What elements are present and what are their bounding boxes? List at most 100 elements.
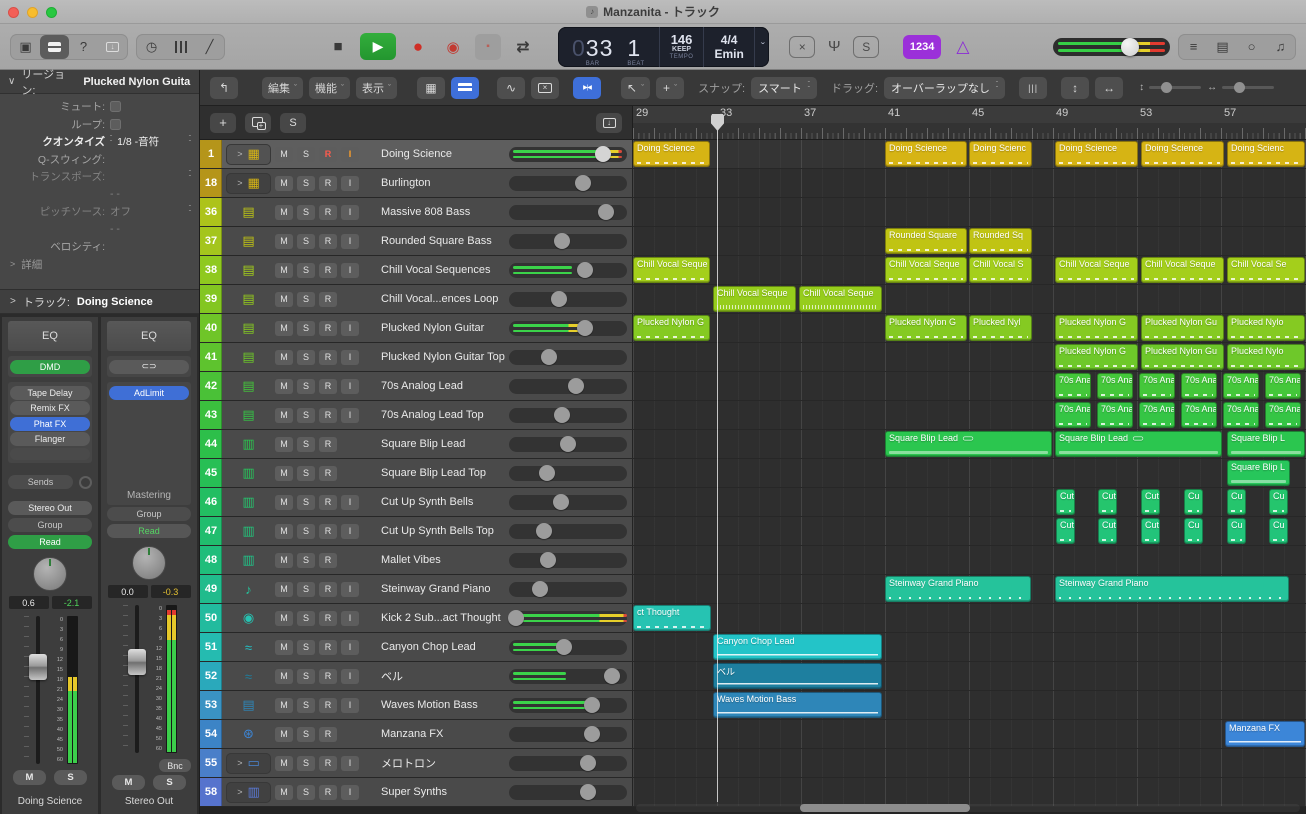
input-monitor-button[interactable]: I [341, 611, 359, 626]
record-enable-button[interactable]: R [319, 292, 337, 307]
record-enable-button[interactable]: R [319, 756, 337, 771]
track-number[interactable]: 41 [200, 343, 222, 371]
volume-knob[interactable] [568, 378, 584, 394]
capture-recording-button[interactable]: ◉ [440, 34, 466, 60]
track-volume-slider[interactable] [509, 234, 627, 249]
track-number[interactable]: 39 [200, 285, 222, 313]
track-header[interactable]: 39▤MSRChill Vocal...ences Loop [200, 285, 633, 313]
volume-value[interactable]: 0.6 [9, 596, 49, 609]
track-header[interactable]: 54⊛MSRManzana FX [200, 720, 633, 748]
track-header[interactable]: 44▥MSRSquare Blip Lead [200, 430, 633, 458]
record-button[interactable]: ● [405, 34, 431, 60]
region-param-row[interactable]: - - [0, 186, 199, 204]
track-number[interactable]: 40 [200, 314, 222, 342]
track-volume-slider[interactable] [509, 292, 627, 307]
mute-button[interactable]: M [275, 756, 293, 771]
mute-button[interactable]: M [275, 785, 293, 800]
record-enable-button[interactable]: R [319, 321, 337, 336]
track-number[interactable]: 45 [200, 459, 222, 487]
volume-knob[interactable] [508, 610, 524, 626]
mute-button[interactable]: M [275, 611, 293, 626]
region-param-row[interactable]: ミュート: [0, 98, 199, 116]
track-name[interactable]: Square Blip Lead Top [367, 467, 509, 479]
fader-cap[interactable] [29, 654, 47, 680]
limiter-slot[interactable]: AdLimit [109, 386, 189, 400]
track-volume-slider[interactable] [509, 756, 627, 771]
record-enable-button[interactable]: R [319, 495, 337, 510]
region-param-row[interactable]: トランスポーズ:ˆˇ [0, 168, 199, 186]
region[interactable]: ct Thought [633, 605, 711, 631]
input-monitor-button[interactable]: I [341, 785, 359, 800]
input-monitor-button[interactable]: I [341, 495, 359, 510]
track-volume-slider[interactable] [509, 611, 627, 626]
region[interactable]: 70s Ana [1055, 402, 1091, 428]
horizontal-zoom-slider[interactable]: ↔ [1207, 82, 1274, 93]
solo-button[interactable]: S [297, 553, 315, 568]
waveform-zoom-button[interactable]: ||| [1019, 77, 1047, 99]
track-header[interactable]: 18>▦MSRIBurlington [200, 169, 633, 197]
track-name[interactable]: Square Blip Lead [367, 438, 509, 450]
back-button[interactable]: ↰ [210, 77, 238, 99]
track-lane[interactable]: Square Blip L [633, 459, 1306, 487]
track-name[interactable]: Chill Vocal Sequences [367, 264, 509, 276]
pan-knob[interactable] [132, 546, 166, 580]
track-number[interactable]: 44 [200, 430, 222, 458]
midi-fx-slot[interactable]: DMD [10, 360, 90, 374]
track-name[interactable]: Chill Vocal...ences Loop [367, 293, 509, 305]
track-icon-area[interactable]: >▥ [226, 782, 271, 803]
region-inspector-header[interactable]: ∨ リージョン: Plucked Nylon Guitar [0, 70, 199, 94]
param-checkbox[interactable] [110, 101, 121, 112]
track-name[interactable]: Manzana FX [367, 728, 509, 740]
region[interactable]: Doing Science [633, 141, 710, 167]
channel-strip-name[interactable]: Doing Science [8, 790, 92, 810]
track-volume-slider[interactable] [509, 582, 627, 597]
region[interactable]: Steinway Grand Piano [1055, 576, 1289, 602]
record-enable-button[interactable]: R [319, 379, 337, 394]
volume-knob[interactable] [540, 552, 556, 568]
input-monitor-button[interactable]: I [341, 147, 359, 162]
volume-knob[interactable] [539, 465, 555, 481]
browsers-button[interactable]: ♫ [1266, 35, 1295, 59]
track-number[interactable]: 42 [200, 372, 222, 400]
track-name[interactable]: Super Synths [367, 786, 509, 798]
mute-button[interactable]: M [275, 466, 293, 481]
track-name[interactable]: ベル [367, 668, 509, 684]
region[interactable]: Plucked Nylon G [885, 315, 967, 341]
smart-controls-button[interactable]: ◷ [137, 35, 166, 59]
automation-mode-button[interactable]: Read [8, 535, 92, 549]
mute-button[interactable]: M [275, 205, 293, 220]
track-name[interactable]: Mallet Vibes [367, 554, 509, 566]
snap-select[interactable]: スマート ˆˇ [751, 77, 817, 99]
record-enable-button[interactable]: R [319, 350, 337, 365]
volume-knob[interactable] [604, 668, 620, 684]
region[interactable]: Cu [1184, 489, 1203, 515]
eq-thumbnail[interactable]: EQ [8, 321, 92, 351]
drag-select[interactable]: オーバーラップなし ˆˇ [884, 77, 1005, 99]
region[interactable]: 70s Ana [1097, 402, 1133, 428]
fader-cap[interactable] [128, 649, 146, 675]
track-lane[interactable]: Canyon Chop Lead [633, 633, 1306, 661]
solo-button[interactable]: S [153, 775, 186, 790]
region[interactable]: Cut [1098, 518, 1117, 544]
record-enable-button[interactable]: R [319, 553, 337, 568]
input-monitor-button[interactable]: I [341, 640, 359, 655]
input-monitor-button[interactable]: I [341, 379, 359, 394]
track-header[interactable]: 46▥MSRICut Up Synth Bells [200, 488, 633, 516]
track-name[interactable]: Massive 808 Bass [367, 206, 509, 218]
region-param-row[interactable]: ベロシティ: [0, 238, 199, 256]
track-name[interactable]: 70s Analog Lead [367, 380, 509, 392]
tuner-button[interactable]: Ψ [821, 36, 847, 58]
volume-knob[interactable] [553, 494, 569, 510]
mute-button[interactable]: M [275, 321, 293, 336]
solo-button[interactable]: S [297, 176, 315, 191]
output-slot[interactable]: Stereo Out [8, 501, 92, 515]
region[interactable]: Chill Vocal S [969, 257, 1032, 283]
audio-fx-slot[interactable]: Remix FX [10, 401, 90, 415]
track-header[interactable]: 50◉MSRIKick 2 Sub...act Thought [200, 604, 633, 632]
automation-mode-button[interactable]: Read [107, 524, 191, 538]
region[interactable]: Cut [1141, 518, 1160, 544]
record-enable-button[interactable]: R [319, 437, 337, 452]
record-enable-button[interactable]: R [319, 582, 337, 597]
track-volume-slider[interactable] [509, 524, 627, 539]
track-name[interactable]: Waves Motion Bass [367, 699, 509, 711]
